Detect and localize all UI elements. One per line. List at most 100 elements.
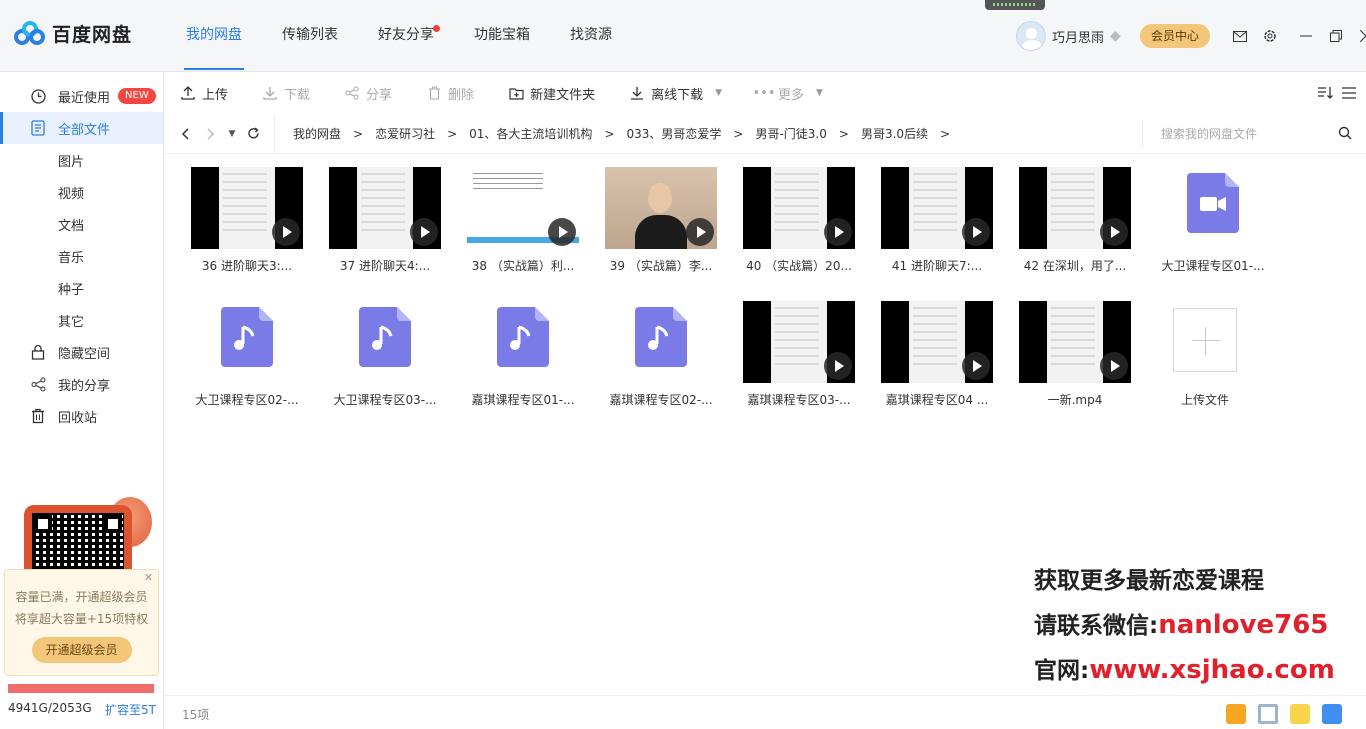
sidebar-item-hidden-space[interactable]: 隐藏空间 — [0, 336, 163, 368]
search-input[interactable] — [1161, 127, 1321, 141]
file-name: 39 （实战篇）李... — [609, 259, 713, 273]
sort-icon[interactable] — [1316, 84, 1334, 102]
file-list-icon — [30, 120, 46, 136]
history-dropdown-icon[interactable]: ▼ — [224, 121, 240, 147]
restore-icon[interactable] — [1324, 24, 1348, 48]
breadcrumb-item[interactable]: 恋爱研习社 — [375, 125, 435, 142]
file-name: 大卫课程专区03-... — [333, 393, 437, 407]
play-icon — [962, 218, 990, 246]
download-button[interactable]: 下载 — [262, 84, 310, 103]
sidebar-item-videos[interactable]: 视频 — [0, 176, 163, 208]
app-name: 百度网盘 — [52, 24, 133, 46]
more-button[interactable]: ••• 更多 ▼ — [753, 84, 823, 103]
sidebar-item-torrents[interactable]: 种子 — [0, 272, 163, 304]
storage-usage-text: 4941G/2053G — [8, 701, 92, 715]
file-item[interactable]: 36 进阶聊天3:... — [174, 160, 304, 286]
file-item[interactable]: 嘉琪课程专区01-... — [450, 294, 580, 420]
file-name: 36 进阶聊天3:... — [201, 259, 293, 273]
vip-center-button[interactable]: 会员中心 — [1140, 24, 1210, 48]
breadcrumb-item[interactable]: 01、各大主流培训机构 — [469, 125, 592, 142]
file-item[interactable]: 42 在深圳，用了... — [1002, 160, 1132, 286]
search-icon[interactable] — [1338, 126, 1352, 143]
file-name: 40 （实战篇）20... — [746, 259, 852, 273]
file-name: 一新.mp4 — [1047, 393, 1103, 407]
file-item[interactable]: 40 （实战篇）20... — [726, 160, 856, 286]
username[interactable]: 巧月思雨 — [1052, 27, 1104, 46]
breadcrumb-item[interactable]: 我的网盘 — [293, 125, 341, 142]
apps-grid-icon[interactable] — [1258, 704, 1278, 724]
sidebar-item-recent[interactable]: 最近使用 NEW — [0, 80, 163, 112]
minimize-icon[interactable] — [1294, 24, 1318, 48]
sidebar-item-others[interactable]: 其它 — [0, 304, 163, 336]
mail-icon[interactable] — [1228, 24, 1252, 48]
expand-storage-link[interactable]: 扩容至5T — [105, 701, 156, 718]
item-count: 15项 — [182, 708, 210, 722]
sidebar-item-my-shares[interactable]: 我的分享 — [0, 368, 163, 400]
file-item[interactable]: 大卫课程专区01-... — [1140, 160, 1270, 286]
audio-file-icon — [359, 307, 411, 367]
offline-download-icon — [629, 85, 645, 101]
open-super-vip-button[interactable]: 开通超级会员 — [31, 637, 132, 663]
file-item[interactable]: 嘉琪课程专区03-... — [726, 294, 856, 420]
video-thumbnail — [1019, 167, 1131, 249]
offline-download-button[interactable]: 离线下载 ▼ — [629, 84, 722, 103]
upload-file-tile[interactable]: 上传文件 — [1140, 294, 1270, 420]
new-folder-button[interactable]: 新建文件夹 — [508, 84, 595, 103]
close-icon[interactable] — [1354, 24, 1366, 48]
breadcrumb: 我的网盘 > 恋爱研习社 > 01、各大主流培训机构 > 033、男哥恋爱学 >… — [274, 113, 962, 154]
video-thumbnail — [605, 167, 717, 249]
window-controls — [1228, 24, 1366, 48]
refresh-icon[interactable] — [240, 121, 266, 147]
file-item[interactable]: 37 进阶聊天4:... — [312, 160, 442, 286]
breadcrumb-item[interactable]: 033、男哥恋爱学 — [627, 125, 722, 142]
upload-button[interactable]: 上传 — [180, 84, 228, 103]
share-button[interactable]: 分享 — [344, 84, 392, 103]
avatar[interactable] — [1016, 21, 1046, 51]
file-item[interactable]: 大卫课程专区02-... — [174, 294, 304, 420]
video-thumbnail — [881, 167, 993, 249]
file-item[interactable]: 一新.mp4 — [1002, 294, 1132, 420]
file-name: 大卫课程专区02-... — [195, 393, 299, 407]
main-nav: 我的网盘 传输列表 好友分享 功能宝箱 找资源 — [166, 0, 632, 72]
notification-dot — [433, 25, 440, 32]
file-name: 37 进阶聊天4:... — [339, 259, 431, 273]
sidebar: 最近使用 NEW 全部文件 图片 视频 文档 音乐 种子 其它 隐藏空间 我的分… — [0, 72, 164, 729]
user-profile[interactable]: 巧月思雨 ◆ — [1016, 21, 1121, 51]
file-item[interactable]: 41 进阶聊天7:... — [864, 160, 994, 286]
tab-find-resources[interactable]: 找资源 — [550, 0, 632, 72]
settings-gear-icon[interactable] — [1258, 24, 1282, 48]
file-name: 上传文件 — [1180, 393, 1229, 407]
medal-icon[interactable] — [1226, 704, 1246, 724]
back-icon[interactable] — [172, 121, 198, 147]
breadcrumb-item[interactable]: 男哥-门徒3.0 — [755, 125, 826, 142]
file-item[interactable]: 39 （实战篇）李... — [588, 160, 718, 286]
download-icon — [262, 85, 278, 101]
trash-icon — [426, 85, 442, 101]
tab-friend-share[interactable]: 好友分享 — [358, 0, 454, 72]
watermark-line-2: 请联系微信:nanlove765 — [1034, 610, 1329, 640]
sidebar-item-documents[interactable]: 文档 — [0, 208, 163, 240]
tab-transfer-list[interactable]: 传输列表 — [262, 0, 358, 72]
transfer-indicator[interactable] — [985, 0, 1045, 10]
sidebar-item-images[interactable]: 图片 — [0, 144, 163, 176]
list-view-icon[interactable] — [1340, 84, 1358, 102]
capacity-benefit: 将享超大容量+15项特权 — [14, 612, 149, 626]
sidebar-item-recycle-bin[interactable]: 回收站 — [0, 400, 163, 432]
file-item[interactable]: 大卫课程专区03-... — [312, 294, 442, 420]
tab-my-netdisk[interactable]: 我的网盘 — [166, 0, 262, 72]
file-item[interactable]: 38 （实战篇）利... — [450, 160, 580, 286]
baidu-netdisk-logo-icon — [14, 20, 46, 47]
forward-icon[interactable] — [198, 121, 224, 147]
file-item[interactable]: 嘉琪课程专区04 ... — [864, 294, 994, 420]
sidebar-item-all-files[interactable]: 全部文件 — [0, 112, 163, 144]
breadcrumb-item-current[interactable]: 男哥3.0后续 — [861, 125, 928, 142]
delete-button[interactable]: 删除 — [426, 84, 474, 103]
tab-toolbox[interactable]: 功能宝箱 — [454, 0, 550, 72]
sidebar-item-music[interactable]: 音乐 — [0, 240, 163, 272]
close-icon[interactable]: ✕ — [144, 571, 153, 584]
share-icon — [30, 376, 46, 392]
lock-icon[interactable] — [1322, 704, 1342, 724]
file-item[interactable]: 嘉琪课程专区02-... — [588, 294, 718, 420]
app-window: 百度网盘 我的网盘 传输列表 好友分享 功能宝箱 找资源 巧月思雨 ◆ 会员中心 — [0, 0, 1366, 729]
upload-box-icon[interactable] — [1290, 704, 1310, 724]
